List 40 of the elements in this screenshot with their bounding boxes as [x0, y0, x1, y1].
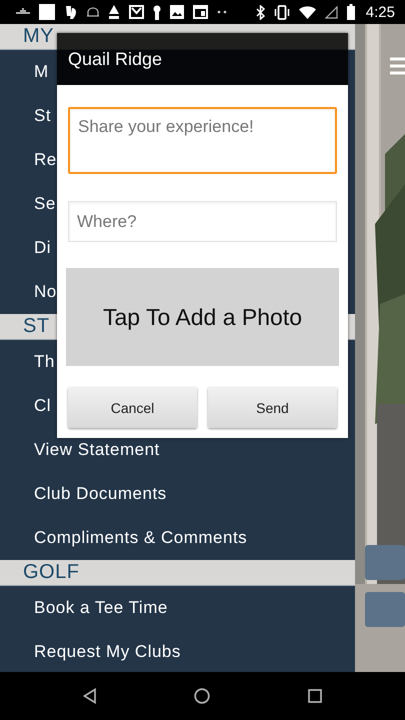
calendar-icon — [193, 5, 208, 19]
home-icon[interactable] — [194, 688, 210, 704]
add-photo-button[interactable]: Tap To Add a Photo — [66, 268, 339, 366]
wifi-icon — [298, 6, 316, 18]
more-icon — [217, 10, 227, 14]
menu-item[interactable]: St — [34, 106, 52, 126]
recents-icon[interactable] — [308, 689, 322, 703]
square-icon — [39, 4, 55, 20]
send-button[interactable]: Send — [208, 387, 337, 428]
menu-item[interactable]: Cl — [34, 396, 52, 416]
notification-icon — [108, 4, 120, 20]
menu-item[interactable]: Th — [34, 352, 55, 372]
menu-item[interactable]: Club Documents — [34, 484, 167, 504]
menu-item[interactable]: Compliments & Comments — [34, 528, 248, 548]
notification-icon — [16, 8, 30, 16]
notification-icon — [87, 7, 99, 17]
menu-item[interactable]: No — [34, 282, 57, 302]
experience-field[interactable]: Share your experience! — [68, 107, 337, 174]
image-icon — [170, 5, 184, 19]
back-icon[interactable] — [82, 688, 97, 704]
vibrate-icon — [274, 4, 290, 20]
section-header: ST — [23, 314, 50, 338]
section-header: GOLF — [23, 560, 80, 584]
mail-icon — [129, 5, 144, 19]
signal-icon — [324, 6, 338, 18]
location-field[interactable]: Where? — [68, 201, 337, 242]
menu-item[interactable]: Re — [34, 150, 57, 170]
bluetooth-icon — [256, 4, 265, 20]
dialog-title: Quail Ridge — [68, 48, 162, 70]
cancel-button[interactable]: Cancel — [68, 387, 197, 428]
section-header: MY — [23, 24, 54, 48]
menu-item[interactable]: M — [34, 62, 49, 82]
menu-item[interactable]: Request My Clubs — [34, 642, 181, 662]
clock: 4:25 — [366, 4, 395, 20]
battery-icon — [346, 4, 355, 20]
menu-item[interactable]: Se — [34, 194, 56, 214]
keyhole-icon — [153, 4, 161, 20]
menu-item[interactable]: Di — [34, 238, 52, 258]
menu-item[interactable]: Book a Tee Time — [34, 598, 168, 618]
menu-item[interactable]: View Statement — [34, 440, 160, 460]
